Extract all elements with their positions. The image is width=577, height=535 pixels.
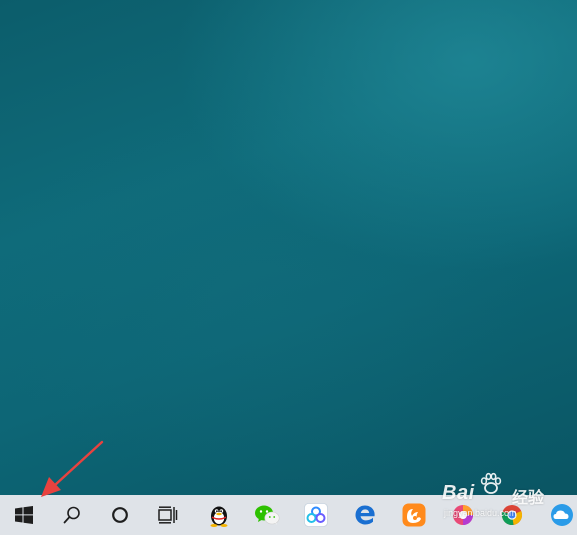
cortana-button[interactable] <box>96 495 144 535</box>
round-browser-icon <box>453 505 473 525</box>
cloud-icon <box>551 504 573 526</box>
taskbar <box>0 495 577 535</box>
start-button[interactable] <box>0 495 48 535</box>
baidu-netdisk-app-button[interactable] <box>292 495 340 535</box>
chrome-icon <box>501 505 523 526</box>
edge-app-button[interactable] <box>341 495 389 535</box>
uc-browser-app-button[interactable] <box>390 495 438 535</box>
task-view-icon <box>158 506 178 524</box>
edge-icon <box>355 505 375 525</box>
search-button[interactable] <box>48 495 96 535</box>
qq-penguin-icon <box>210 506 228 527</box>
cortana-circle-icon <box>112 507 128 523</box>
cloud-app-button[interactable] <box>538 495 577 535</box>
chrome-app-button[interactable] <box>488 495 536 535</box>
uc-browser-icon <box>402 503 426 527</box>
baidu-netdisk-icon <box>304 503 328 527</box>
qq-app-button[interactable] <box>195 495 243 535</box>
browser-app-button[interactable] <box>439 495 487 535</box>
wechat-app-button[interactable] <box>243 495 291 535</box>
task-view-button[interactable] <box>144 495 192 535</box>
desktop-wallpaper <box>0 0 577 495</box>
wechat-icon <box>255 505 280 525</box>
windows-logo-icon <box>15 506 33 524</box>
search-icon <box>63 506 80 524</box>
